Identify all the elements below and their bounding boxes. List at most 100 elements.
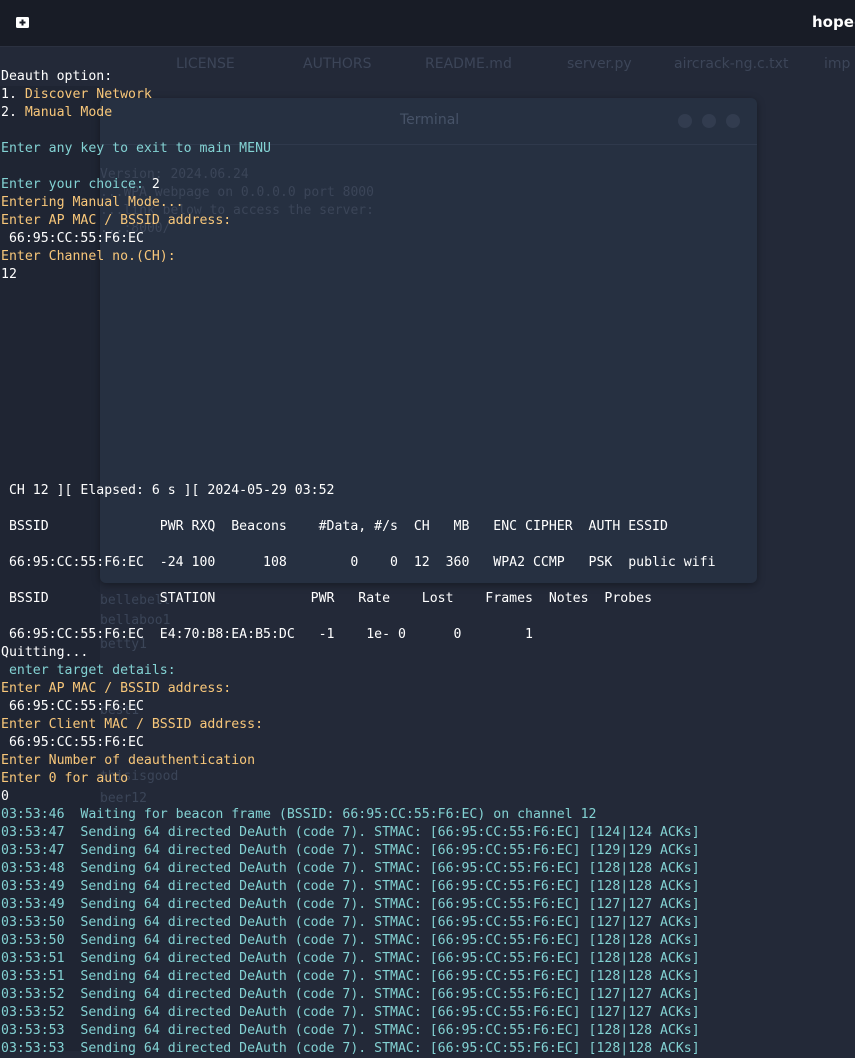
user-input-value: 2 — [151, 177, 160, 192]
terminal-line: enter target details: — [1, 662, 716, 680]
terminal-line: Enter Channel no.(CH): — [1, 248, 716, 266]
menu-option-label: Manual Mode — [24, 105, 113, 120]
terminal-line: 66:95:CC:55:F6:EC E4:70:B8:EA:B5:DC -1 1… — [1, 626, 716, 644]
terminal-line: 03:53:52 Sending 64 directed DeAuth (cod… — [1, 986, 716, 1004]
terminal-line: 1. Discover Network — [1, 86, 716, 104]
terminal-text: 12 — [1, 267, 17, 282]
terminal-text: 03:53:47 Sending 64 directed DeAuth (cod… — [1, 825, 700, 840]
terminal-text: 66:95:CC:55:F6:EC — [1, 231, 144, 246]
terminal-text: 03:53:46 Waiting for beacon frame (BSSID… — [1, 807, 597, 822]
terminal-line: 12 — [1, 266, 716, 284]
terminal-text: 03:53:53 Sending 64 directed DeAuth (cod… — [1, 1023, 700, 1038]
terminal-line: 66:95:CC:55:F6:EC — [1, 698, 716, 716]
terminal-line: 03:53:46 Waiting for beacon frame (BSSID… — [1, 806, 716, 824]
terminal-text: 03:53:51 Sending 64 directed DeAuth (cod… — [1, 951, 700, 966]
terminal-text: Enter your choice: — [1, 177, 152, 192]
terminal-text: 03:53:47 Sending 64 directed DeAuth (cod… — [1, 843, 700, 858]
terminal-text: Enter any key to exit to main MENU — [1, 141, 271, 156]
terminal-text: 03:53:50 Sending 64 directed DeAuth (cod… — [1, 933, 700, 948]
terminal-line: 2. Manual Mode — [1, 104, 716, 122]
terminal-line: 66:95:CC:55:F6:EC — [1, 734, 716, 752]
close-icon — [726, 114, 740, 128]
terminal-text: 03:53:51 Sending 64 directed DeAuth (cod… — [1, 969, 700, 984]
terminal-text: 66:95:CC:55:F6:EC -24 100 108 0 0 12 360… — [1, 555, 716, 570]
terminal-line: Enter AP MAC / BSSID address: — [1, 680, 716, 698]
terminal-line: 03:53:52 Sending 64 directed DeAuth (cod… — [1, 1004, 716, 1022]
terminal-text: Enter Number of deauthentication — [1, 753, 256, 768]
terminal-line: Quitting... — [1, 644, 716, 662]
terminal-line: Enter any key to exit to main MENU — [1, 140, 716, 158]
terminal-text: BSSID PWR RXQ Beacons #Data, #/s CH MB E… — [1, 519, 668, 534]
terminal-text: 03:53:48 Sending 64 directed DeAuth (cod… — [1, 861, 700, 876]
terminal-text: Enter AP MAC / BSSID address: — [1, 681, 232, 696]
terminal-line: 03:53:50 Sending 64 directed DeAuth (cod… — [1, 932, 716, 950]
menu-option-number: 2. — [1, 105, 25, 120]
user-host-label: hope@ — [812, 13, 855, 31]
terminal-line: Deauth option: — [1, 68, 716, 86]
terminal-line: BSSID PWR RXQ Beacons #Data, #/s CH MB E… — [1, 518, 716, 536]
terminal-text: 03:53:49 Sending 64 directed DeAuth (cod… — [1, 897, 700, 912]
terminal-output[interactable]: Deauth option: 1. Discover Network 2. Manu… — [1, 68, 716, 1058]
terminal-line: 03:53:51 Sending 64 directed DeAuth (cod… — [1, 968, 716, 986]
terminal-line: 03:53:49 Sending 64 directed DeAuth (cod… — [1, 896, 716, 914]
terminal-line: 03:53:50 Sending 64 directed DeAuth (cod… — [1, 914, 716, 932]
terminal-line: 03:53:47 Sending 64 directed DeAuth (cod… — [1, 824, 716, 842]
menu-option-label: Discover Network — [24, 87, 152, 102]
terminal-text: 03:53:52 Sending 64 directed DeAuth (cod… — [1, 1005, 700, 1020]
terminal-line: 03:53:49 Sending 64 directed DeAuth (cod… — [1, 878, 716, 896]
terminal-text: 66:95:CC:55:F6:EC — [1, 699, 144, 714]
title-bar: hope@ — [0, 0, 855, 47]
terminal-text: Entering Manual Mode... — [1, 195, 184, 210]
terminal-text: Enter Channel no.(CH): — [1, 249, 176, 264]
terminal-text: 66:95:CC:55:F6:EC E4:70:B8:EA:B5:DC -1 1… — [1, 627, 533, 642]
terminal-line: 0 — [1, 788, 716, 806]
terminal-line: Enter AP MAC / BSSID address: — [1, 212, 716, 230]
terminal-text: Deauth option: — [1, 69, 113, 84]
terminal-text: 66:95:CC:55:F6:EC — [1, 735, 144, 750]
terminal-text: 03:53:49 Sending 64 directed DeAuth (cod… — [1, 879, 700, 894]
terminal-text: 0 — [1, 789, 9, 804]
terminal-line: 03:53:51 Sending 64 directed DeAuth (cod… — [1, 950, 716, 968]
menu-option-number: 1. — [1, 87, 25, 102]
terminal-line: 03:53:47 Sending 64 directed DeAuth (cod… — [1, 842, 716, 860]
terminal-line: Entering Manual Mode... — [1, 194, 716, 212]
terminal-text: Enter Client MAC / BSSID address: — [1, 717, 264, 732]
background-tab: imp — [824, 56, 851, 72]
terminal-line: BSSID STATION PWR Rate Lost Frames Notes… — [1, 590, 716, 608]
terminal-line: 03:53:53 Sending 64 directed DeAuth (cod… — [1, 1040, 716, 1058]
terminal-line: Enter Number of deauthentication — [1, 752, 716, 770]
terminal-text: 03:53:53 Sending 64 directed DeAuth (cod… — [1, 1041, 700, 1056]
terminal-line: Enter your choice: 2 — [1, 176, 716, 194]
terminal-line: 03:53:53 Sending 64 directed DeAuth (cod… — [1, 1022, 716, 1040]
terminal-text: Enter 0 for auto — [1, 771, 129, 786]
terminal-text: 03:53:52 Sending 64 directed DeAuth (cod… — [1, 987, 700, 1002]
terminal-line: Enter Client MAC / BSSID address: — [1, 716, 716, 734]
terminal-line: 66:95:CC:55:F6:EC -24 100 108 0 0 12 360… — [1, 554, 716, 572]
terminal-text: enter target details: — [1, 663, 176, 678]
terminal-text: Quitting... — [1, 645, 89, 660]
terminal-text: 03:53:50 Sending 64 directed DeAuth (cod… — [1, 915, 700, 930]
new-tab-icon[interactable] — [14, 13, 32, 31]
terminal-line: 03:53:48 Sending 64 directed DeAuth (cod… — [1, 860, 716, 878]
terminal-text: CH 12 ][ Elapsed: 6 s ][ 2024-05-29 03:5… — [1, 483, 335, 498]
terminal-line: Enter 0 for auto — [1, 770, 716, 788]
terminal-line: CH 12 ][ Elapsed: 6 s ][ 2024-05-29 03:5… — [1, 482, 716, 500]
terminal-line: 66:95:CC:55:F6:EC — [1, 230, 716, 248]
